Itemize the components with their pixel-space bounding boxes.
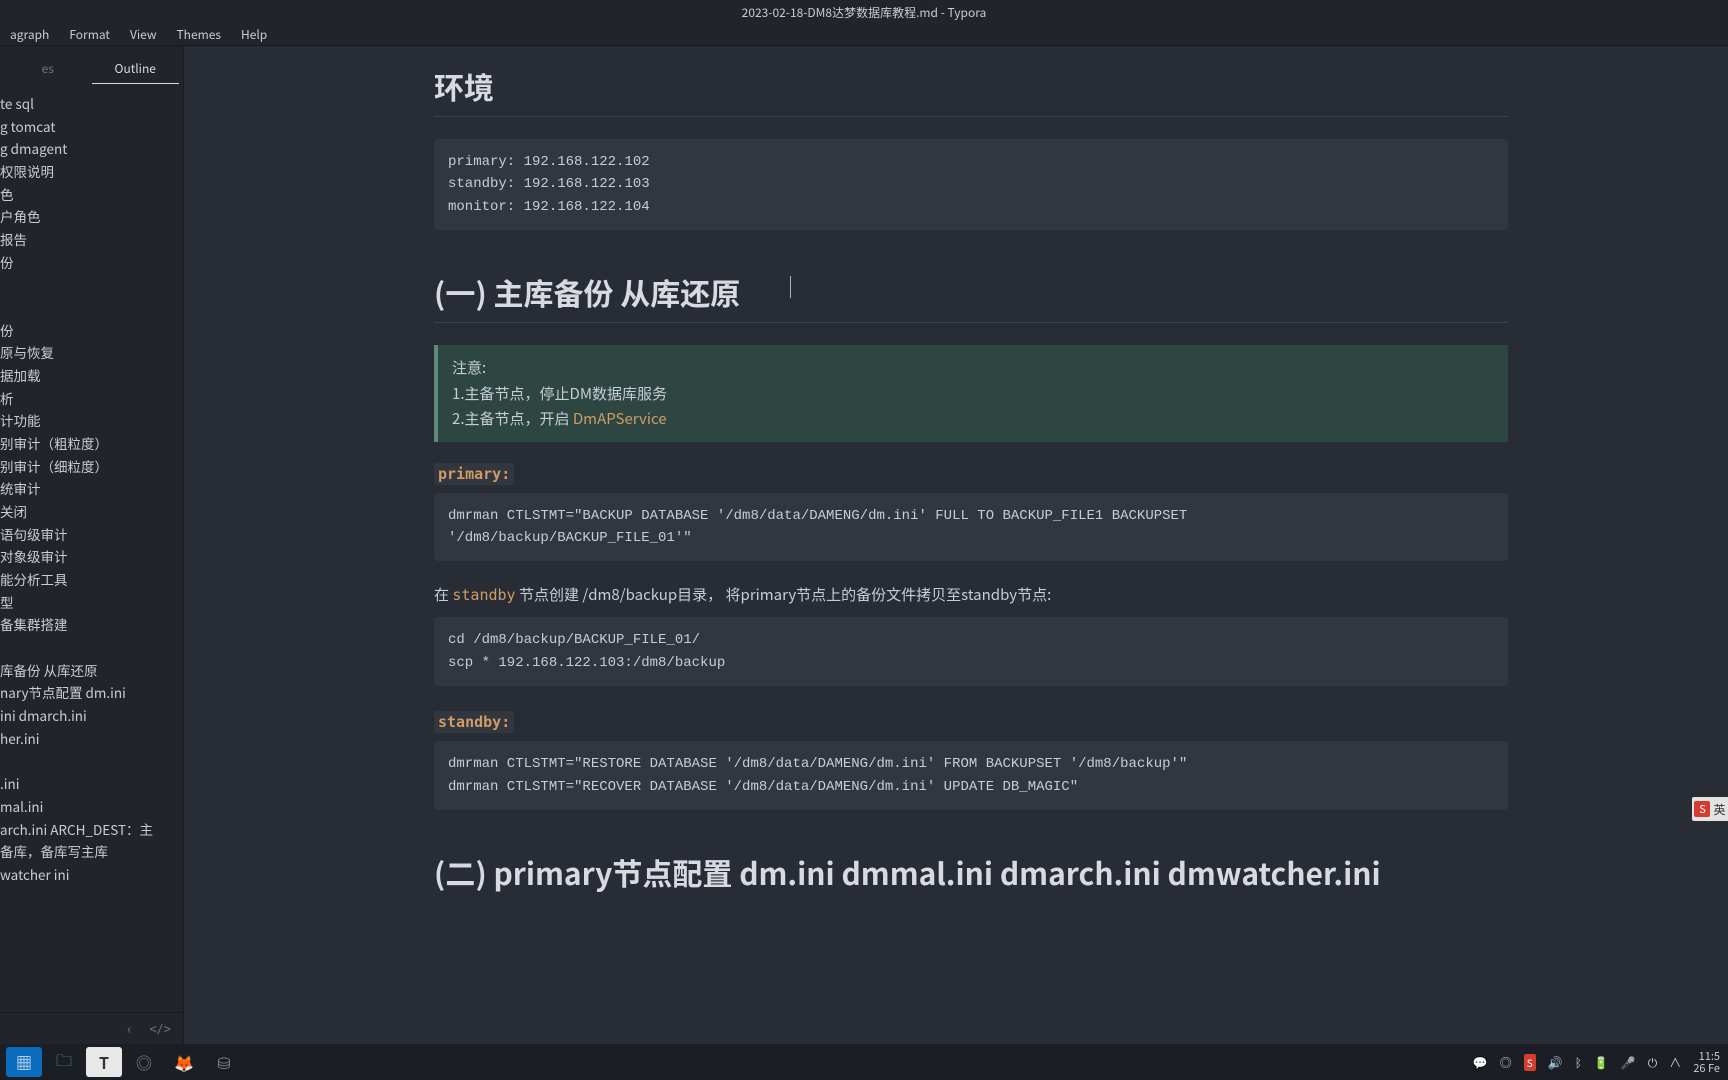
codeblock-primary[interactable]: dmrman CTLSTMT="BACKUP DATABASE '/dm8/da…: [434, 493, 1508, 562]
outline-item[interactable]: ini dmarch.ini: [0, 704, 183, 727]
file-manager-icon[interactable]: 🗀: [46, 1047, 82, 1077]
launcher-icon[interactable]: ▦: [6, 1047, 42, 1077]
outline-item[interactable]: nary节点配置 dm.ini: [0, 681, 183, 704]
menubar: agraph Format View Themes Help: [0, 24, 1728, 46]
outline-item[interactable]: 库备份 从库还原: [0, 659, 183, 682]
codeblock-cd-scp[interactable]: cd /dm8/backup/BACKUP_FILE_01/ scp * 192…: [434, 617, 1508, 686]
callout-line-3: 2.主备节点，开启 DmAPService: [452, 406, 1494, 432]
sidebar: es Outline te sqlg tomcatg dmagent权限说明色户…: [0, 46, 184, 1044]
codeblock-standby[interactable]: dmrman CTLSTMT="RESTORE DATABASE '/dm8/d…: [434, 741, 1508, 810]
menu-help[interactable]: Help: [231, 26, 277, 43]
callout-line-2: 1.主备节点，停止DM数据库服务: [452, 381, 1494, 407]
callout-note: 注意: 1.主备节点，停止DM数据库服务 2.主备节点，开启 DmAPServi…: [434, 345, 1508, 442]
menu-format[interactable]: Format: [59, 26, 120, 43]
label-standby: standby:: [434, 711, 514, 733]
outline-item[interactable]: [0, 636, 183, 659]
sidebar-tabs: es Outline: [0, 46, 183, 84]
outline-item[interactable]: mal.ini: [0, 795, 183, 818]
typora-icon[interactable]: T: [86, 1047, 122, 1077]
tab-files[interactable]: es: [4, 54, 92, 84]
menu-paragraph[interactable]: agraph: [0, 26, 59, 43]
callout-line-1: 注意:: [452, 355, 1494, 381]
outline-item[interactable]: g tomcat: [0, 115, 183, 138]
ime-badge[interactable]: S 英: [1692, 797, 1728, 821]
outline-item[interactable]: 据加载: [0, 364, 183, 387]
window-title: 2023-02-18-DM8达梦数据库教程.md - Typora: [742, 4, 987, 21]
tray-battery-icon[interactable]: 🔋: [1594, 1054, 1609, 1071]
obs-icon[interactable]: ◎: [126, 1047, 162, 1077]
heading-section-2: (二) primary节点配置 dm.ini dmmal.ini dmarch.…: [434, 832, 1508, 902]
label-primary: primary:: [434, 463, 514, 485]
para-pre: 在: [434, 584, 452, 605]
tab-outline[interactable]: Outline: [92, 54, 180, 84]
editor-pane[interactable]: 环境 primary: 192.168.122.102 standby: 192…: [184, 46, 1728, 1044]
outline-item[interactable]: arch.ini ARCH_DEST：主: [0, 818, 183, 841]
tray-wechat-icon[interactable]: 💬: [1473, 1054, 1488, 1071]
outline-item[interactable]: te sql: [0, 92, 183, 115]
outline-item[interactable]: 型: [0, 591, 183, 614]
outline-item[interactable]: 备库，备库写主库: [0, 840, 183, 863]
outline-list: te sqlg tomcatg dmagent权限说明色户角色报告份 份原与恢复…: [0, 84, 183, 1012]
tray-network-icon[interactable]: ⏻: [1648, 1054, 1658, 1071]
heading-section-1-text: (一) 主库备份 从库还原: [434, 270, 740, 314]
sidebar-footer: ‹ </>: [0, 1012, 183, 1044]
ime-mode: 英: [1713, 801, 1725, 818]
outline-item[interactable]: 析: [0, 387, 183, 410]
outline-item[interactable]: 计功能: [0, 409, 183, 432]
outline-item[interactable]: 别审计（粗粒度）: [0, 432, 183, 455]
outline-item[interactable]: 权限说明: [0, 160, 183, 183]
codeblock-env[interactable]: primary: 192.168.122.102 standby: 192.16…: [434, 139, 1508, 230]
para-post: 节点创建 /dm8/backup目录， 将primary节点上的备份文件拷贝至s…: [516, 584, 1052, 605]
tray-date: 26 Fe: [1693, 1062, 1720, 1074]
tray-sogou-icon[interactable]: S: [1524, 1054, 1536, 1071]
tray-mic-icon[interactable]: 🎤: [1621, 1054, 1636, 1071]
heading-env: 环境: [434, 46, 1508, 117]
menu-view[interactable]: View: [120, 26, 167, 43]
outline-item[interactable]: her.ini: [0, 727, 183, 750]
tray-clock[interactable]: 11:5 26 Fe: [1693, 1050, 1722, 1074]
callout-line-3-text: 2.主备节点，开启: [452, 408, 573, 429]
outline-item[interactable]: 对象级审计: [0, 545, 183, 568]
outline-item[interactable]: watcher ini: [0, 863, 183, 886]
outline-item[interactable]: g dmagent: [0, 137, 183, 160]
outline-item[interactable]: 份: [0, 319, 183, 342]
ime-logo: S: [1694, 801, 1710, 817]
outline-item[interactable]: [0, 749, 183, 772]
outline-item[interactable]: 份: [0, 251, 183, 274]
outline-item[interactable]: 别审计（细粒度）: [0, 455, 183, 478]
tray-volume-icon[interactable]: 🔊: [1548, 1054, 1563, 1071]
outline-item[interactable]: 能分析工具: [0, 568, 183, 591]
outline-item[interactable]: 色: [0, 183, 183, 206]
back-icon[interactable]: ‹: [127, 1019, 131, 1039]
menu-themes[interactable]: Themes: [166, 26, 231, 43]
outline-item[interactable]: 原与恢复: [0, 341, 183, 364]
outline-item[interactable]: [0, 296, 183, 319]
firefox-icon[interactable]: 🦊: [166, 1047, 202, 1077]
heading-section-1: (一) 主库备份 从库还原: [434, 252, 1508, 323]
tray-bluetooth-icon[interactable]: ᛒ: [1575, 1054, 1582, 1071]
callout-keyword: DmAPService: [573, 408, 667, 429]
tray-chevron-icon[interactable]: ∧: [1669, 1054, 1681, 1071]
text-cursor: [790, 276, 791, 298]
outline-item[interactable]: 关闭: [0, 500, 183, 523]
tray-obs-icon[interactable]: ◎: [1500, 1054, 1512, 1071]
taskbar: ▦ 🗀 T ◎ 🦊 ⛁ 💬 ◎ S 🔊 ᛒ 🔋 🎤 ⏻ ∧ 11:5 26 Fe: [0, 1044, 1728, 1080]
virt-manager-icon[interactable]: ⛁: [206, 1047, 242, 1077]
outline-item[interactable]: 语句级审计: [0, 523, 183, 546]
paragraph-standby-copy: 在 standby 节点创建 /dm8/backup目录， 将primary节点…: [434, 583, 1508, 607]
outline-item[interactable]: 备集群搭建: [0, 613, 183, 636]
outline-item[interactable]: 统审计: [0, 477, 183, 500]
inline-keyword-standby: standby: [452, 586, 515, 604]
outline-item[interactable]: 户角色: [0, 205, 183, 228]
window-titlebar: 2023-02-18-DM8达梦数据库教程.md - Typora: [0, 0, 1728, 24]
code-icon[interactable]: </>: [149, 1022, 171, 1036]
outline-item[interactable]: .ini: [0, 772, 183, 795]
outline-item[interactable]: [0, 273, 183, 296]
system-tray: 💬 ◎ S 🔊 ᛒ 🔋 🎤 ⏻ ∧ 11:5 26 Fe: [1473, 1050, 1722, 1074]
outline-item[interactable]: 报告: [0, 228, 183, 251]
